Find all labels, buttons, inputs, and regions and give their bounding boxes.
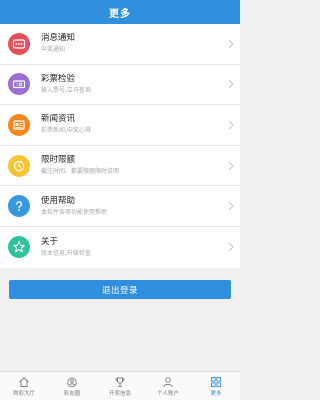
tab-lottery-hall[interactable]: 购彩大厅 <box>0 372 48 400</box>
menu-item-title: 限时限额 <box>41 155 76 166</box>
menu-item-ticket-check[interactable]: 彩票检验 输入票号,立马查询 <box>0 65 240 106</box>
page-header: 更多 <box>0 0 240 24</box>
trophy-icon <box>114 376 126 388</box>
menu-item-messages[interactable]: 消息通知 中奖通知 <box>0 24 240 65</box>
tab-more[interactable]: 更多 <box>192 372 240 400</box>
menu-item-help[interactable]: 使用帮助 本软件各项功能使用帮助 <box>0 186 240 227</box>
chevron-right-icon <box>228 201 234 211</box>
tab-draw-results[interactable]: 开奖信息 <box>96 372 144 400</box>
tab-label: 购彩大厅 <box>12 390 35 397</box>
page-title: 更多 <box>109 8 131 20</box>
tab-label: 开奖信息 <box>108 390 131 397</box>
tab-label: 个人账户 <box>156 390 179 397</box>
tab-label: 更多 <box>210 390 222 397</box>
menu-item-title: 关于 <box>41 236 59 247</box>
menu-item-title: 彩票检验 <box>41 73 76 84</box>
menu-item-title: 消息通知 <box>41 33 76 44</box>
ticket-check-icon <box>8 73 30 96</box>
chevron-right-icon <box>228 242 234 252</box>
grid-icon <box>210 376 222 388</box>
chevron-right-icon <box>228 79 234 89</box>
clock-icon <box>8 154 30 177</box>
chevron-right-icon <box>228 161 234 171</box>
bottom-tab-bar: 购彩大厅 彩友圈 开奖信息 个人账户 更多 <box>0 371 240 400</box>
menu-item-subtitle: 本软件各项功能使用帮助 <box>41 208 108 216</box>
tab-account[interactable]: 个人账户 <box>144 372 192 400</box>
home-icon <box>18 376 30 388</box>
menu-item-subtitle: 截注时间、都要限额限时说明 <box>41 168 120 176</box>
message-icon <box>8 32 30 55</box>
menu-item-subtitle: 输入票号,立马查询 <box>41 86 91 94</box>
menu-item-subtitle: 版本信息,升级检查 <box>41 249 91 257</box>
user-icon <box>162 376 174 388</box>
menu-item-title: 新闻资讯 <box>41 114 76 125</box>
community-icon <box>66 376 78 388</box>
menu-item-time-limit[interactable]: 限时限额 截注时间、都要限额限时说明 <box>0 146 240 187</box>
menu-item-subtitle: 中奖通知 <box>41 46 66 54</box>
chevron-right-icon <box>228 120 234 130</box>
menu-item-subtitle: 彩票新闻,中奖心得 <box>41 127 91 135</box>
star-icon <box>8 236 30 259</box>
menu-item-news[interactable]: 新闻资讯 彩票新闻,中奖心得 <box>0 105 240 146</box>
news-icon <box>8 113 30 136</box>
logout-button[interactable]: 退出登录 <box>9 280 231 299</box>
menu-item-about[interactable]: 关于 版本信息,升级检查 <box>0 227 240 268</box>
tab-community[interactable]: 彩友圈 <box>48 372 96 400</box>
menu-item-title: 使用帮助 <box>41 195 76 206</box>
logout-label: 退出登录 <box>101 285 138 296</box>
chevron-right-icon <box>228 39 234 49</box>
menu-list: 消息通知 中奖通知 彩票检验 输入票号,立马查询 新闻资讯 彩票新闻,中奖心得 <box>0 24 240 268</box>
tab-label: 彩友圈 <box>63 390 81 397</box>
help-icon <box>8 195 30 218</box>
